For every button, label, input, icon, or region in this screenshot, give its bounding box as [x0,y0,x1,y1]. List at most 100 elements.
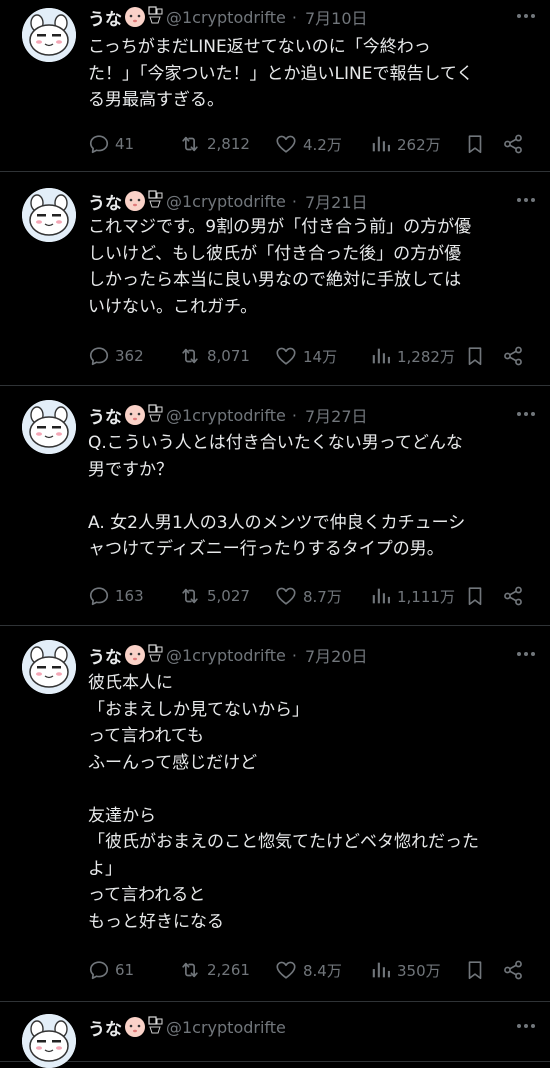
tweet-text-line: 「彼氏がおまえのこと惚気てたけどベタ惚れだった [88,832,479,852]
reply-button[interactable]: 362 [88,344,144,368]
like-count: 8.4万 [303,961,342,980]
more-options-icon[interactable] [514,402,538,426]
display-name[interactable]: うな [88,403,122,428]
tweet-text-line: いけない。これガチ。 [88,296,258,317]
tweet-text-line: って言われると [88,885,206,905]
views-button[interactable]: 1,282万 [370,344,455,368]
reply-count: 163 [115,587,144,605]
like-button[interactable]: 4.2万 [274,132,342,156]
bar-chart-icon [370,959,392,981]
reply-button[interactable]: 61 [88,958,134,982]
bookmark-button[interactable] [464,132,486,156]
tweet-date[interactable]: 7月27日 [305,403,368,427]
tweet-header: うな @1cryptodrifte [88,1014,538,1040]
tweet-text-line: た！」「今家ついた！」とか追いLINEで報告してく [88,63,474,84]
retweet-icon [178,959,202,981]
bar-chart-icon [370,133,392,155]
tweet-text-line: って言われても [88,726,204,746]
tweet-text-line: しかったら本当に良い男なので絶対に手放しては [88,270,462,290]
tweet[interactable]: うな @1cryptodrifte · 7月21日 これマジです。9割の男が「付き合う前… [0,172,550,386]
reply-icon [88,133,110,155]
avatar[interactable] [22,1014,76,1068]
display-name[interactable]: うな [88,643,122,668]
separator-dot: · [291,191,297,211]
tweet[interactable]: うな @1cryptodrifte · 7月20日 彼氏本人に 「おまえしか見てないから」… [0,626,550,1002]
more-options-icon[interactable] [514,4,538,28]
bookmark-button[interactable] [464,584,486,608]
like-button[interactable]: 14万 [274,344,337,368]
tweet-text-line: よ」 [88,858,122,879]
tweet-header: うな @1cryptodrifte · 7月21日 [88,188,538,214]
bar-chart-icon [370,585,392,607]
tweet-text-line: 友達から [88,805,156,826]
tweet-date[interactable]: 7月20日 [305,643,368,667]
avatar[interactable] [22,400,76,454]
tweet-date[interactable]: 7月21日 [305,189,368,213]
tweet-date[interactable]: 7月10日 [305,5,368,29]
share-button[interactable] [502,344,524,368]
bookmark-button[interactable] [464,958,486,982]
view-count: 350万 [397,961,441,980]
user-handle[interactable]: @1cryptodrifte [166,406,286,425]
user-handle[interactable]: @1cryptodrifte [166,1018,286,1037]
bookmark-button[interactable] [464,344,486,368]
user-handle[interactable]: @1cryptodrifte [166,646,286,665]
share-button[interactable] [502,132,524,156]
more-options-icon[interactable] [514,1014,538,1038]
heart-icon [274,133,298,155]
avatar[interactable] [22,640,76,694]
tweet-header: うな @1cryptodrifte · 7月27日 [88,402,538,428]
tweet[interactable]: うな @1cryptodrifte [0,1002,550,1068]
reply-button[interactable]: 163 [88,584,144,608]
avatar[interactable] [22,8,76,62]
user-handle[interactable]: @1cryptodrifte [166,8,286,27]
views-button[interactable]: 1,111万 [370,584,455,608]
bookmark-icon [464,344,486,368]
bar-chart-icon [370,345,392,367]
bookmark-icon [464,584,486,608]
more-options-icon[interactable] [514,642,538,666]
tweet-text-line: 彼氏本人に [88,673,173,693]
reply-button[interactable]: 41 [88,132,134,156]
share-icon [502,584,524,608]
like-button[interactable]: 8.4万 [274,958,342,982]
tweet-text: こっちがまだLINE返せてないのに「今終わった！」「今家ついた！」とか追いLIN… [88,34,536,114]
share-icon [502,132,524,156]
retweet-button[interactable]: 5,027 [178,584,250,608]
tweet-text-line: ふーんって感じだけど [88,752,258,773]
baby-emoji-icon [124,403,164,427]
retweet-button[interactable]: 2,261 [178,958,250,982]
more-options-icon[interactable] [514,188,538,212]
retweet-count: 2,812 [207,135,250,153]
avatar[interactable] [22,188,76,242]
tweet-actions: 362 8,071 14万 1,282万 [88,344,538,368]
view-count: 262万 [397,135,441,154]
tweet-text: 彼氏本人に 「おまえしか見てないから」 って言われても ふーんって感じだけど 友達から「… [88,670,536,935]
display-name[interactable]: うな [88,1015,122,1040]
tweet-text-line: る男最高すぎる。 [88,90,224,110]
heart-icon [274,345,298,367]
retweet-button[interactable]: 8,071 [178,344,250,368]
separator-dot: · [291,405,297,425]
user-handle[interactable]: @1cryptodrifte [166,192,286,211]
tweet[interactable]: うな @1cryptodrifte · 7月10日 こっちがまだLINE返せてないのに「… [0,0,550,172]
tweet[interactable]: うな @1cryptodrifte · 7月27日 Q.こういう人とは付き合いたくない男… [0,386,550,626]
reply-icon [88,959,110,981]
retweet-icon [178,133,202,155]
views-button[interactable]: 350万 [370,958,441,982]
display-name[interactable]: うな [88,189,122,214]
share-button[interactable] [502,958,524,982]
display-name[interactable]: うな [88,5,122,30]
like-button[interactable]: 8.7万 [274,584,342,608]
retweet-button[interactable]: 2,812 [178,132,250,156]
tweet-actions: 163 5,027 8.7万 1,111万 [88,584,538,608]
tweet-actions: 41 2,812 4.2万 262万 [88,132,538,156]
tweet-text-line: こっちがまだLINE返せてないのに「今終わっ [88,37,431,57]
share-icon [502,344,524,368]
bookmark-icon [464,132,486,156]
views-button[interactable]: 262万 [370,132,441,156]
share-button[interactable] [502,584,524,608]
reply-icon [88,345,110,367]
